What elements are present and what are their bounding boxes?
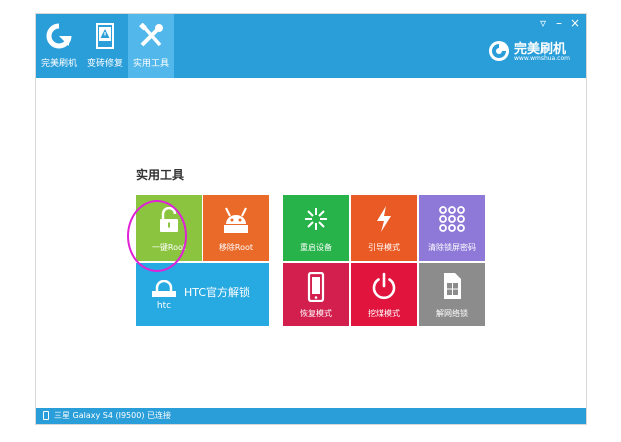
brand-logo-icon xyxy=(489,41,509,61)
top-navigation-bar: 完美刷机 变砖修复 实用工具 ▿ – × 完美刷机 www.wmshua.com xyxy=(36,14,586,78)
menu-dropdown-button[interactable]: ▿ xyxy=(536,17,550,29)
remove-root-label: 移除Root xyxy=(218,243,254,252)
minimize-button[interactable]: – xyxy=(552,17,566,29)
network-unlock-label: 解网络锁 xyxy=(436,309,468,318)
one-key-root-label: 一键Root xyxy=(151,243,187,252)
clear-lock-pattern-tile[interactable]: 清除锁屏密码 xyxy=(419,195,485,261)
close-button[interactable]: × xyxy=(568,17,582,29)
section-title: 实用工具 xyxy=(136,168,185,182)
warning-screen-icon xyxy=(96,23,114,49)
refresh-arrow-icon xyxy=(46,23,72,49)
fastboot-mode-tile[interactable]: 挖煤模式 xyxy=(351,263,417,326)
tab-utility-tools[interactable]: 实用工具 xyxy=(128,14,174,78)
svg-text:htc: htc xyxy=(157,301,171,310)
fastboot-mode-label: 挖煤模式 xyxy=(368,309,400,318)
tab-perfect-flash[interactable]: 完美刷机 xyxy=(36,14,82,78)
phone-icon xyxy=(307,272,325,302)
one-key-root-tile[interactable]: 一键Root xyxy=(136,195,202,261)
device-connection-status: 三星 Galaxy S4 (I9500) 已连接 xyxy=(54,411,171,420)
power-icon xyxy=(372,272,396,300)
htc-unlock-tile[interactable]: htc HTC官方解锁 xyxy=(136,263,269,326)
bootloader-mode-label: 引导模式 xyxy=(368,243,400,252)
status-bar: 三星 Galaxy S4 (I9500) 已连接 xyxy=(36,408,586,424)
burst-icon xyxy=(305,208,327,230)
network-unlock-tile[interactable]: 解网络锁 xyxy=(419,263,485,326)
lightning-icon xyxy=(377,206,391,232)
tab-brick-repair[interactable]: 变砖修复 xyxy=(82,14,128,78)
sim-card-icon xyxy=(444,273,461,299)
robot-icon xyxy=(224,207,248,233)
tab-utility-tools-label: 实用工具 xyxy=(132,59,169,69)
bootloader-mode-tile[interactable]: 引导模式 xyxy=(351,195,417,261)
remove-root-tile[interactable]: 移除Root xyxy=(203,195,269,261)
brand-url: www.wmshua.com xyxy=(514,55,570,62)
htc-unlock-label: HTC官方解锁 xyxy=(184,286,251,299)
tab-perfect-flash-label: 完美刷机 xyxy=(40,59,77,69)
htc-lock-icon: htc xyxy=(152,280,176,310)
tab-brick-repair-label: 变砖修复 xyxy=(86,59,123,69)
pattern-grid-icon xyxy=(439,206,465,232)
tools-icon xyxy=(139,23,163,47)
recovery-mode-tile[interactable]: 恢复模式 xyxy=(283,263,349,326)
app-window: 完美刷机 变砖修复 实用工具 ▿ – × 完美刷机 www.wmshua.com… xyxy=(36,14,586,424)
reboot-device-tile[interactable]: 重启设备 xyxy=(283,195,349,261)
recovery-mode-label: 恢复模式 xyxy=(300,309,332,318)
unlock-icon xyxy=(160,207,178,232)
clear-lock-pattern-label: 清除锁屏密码 xyxy=(428,243,476,252)
phone-icon xyxy=(43,411,49,420)
reboot-device-label: 重启设备 xyxy=(300,243,332,252)
